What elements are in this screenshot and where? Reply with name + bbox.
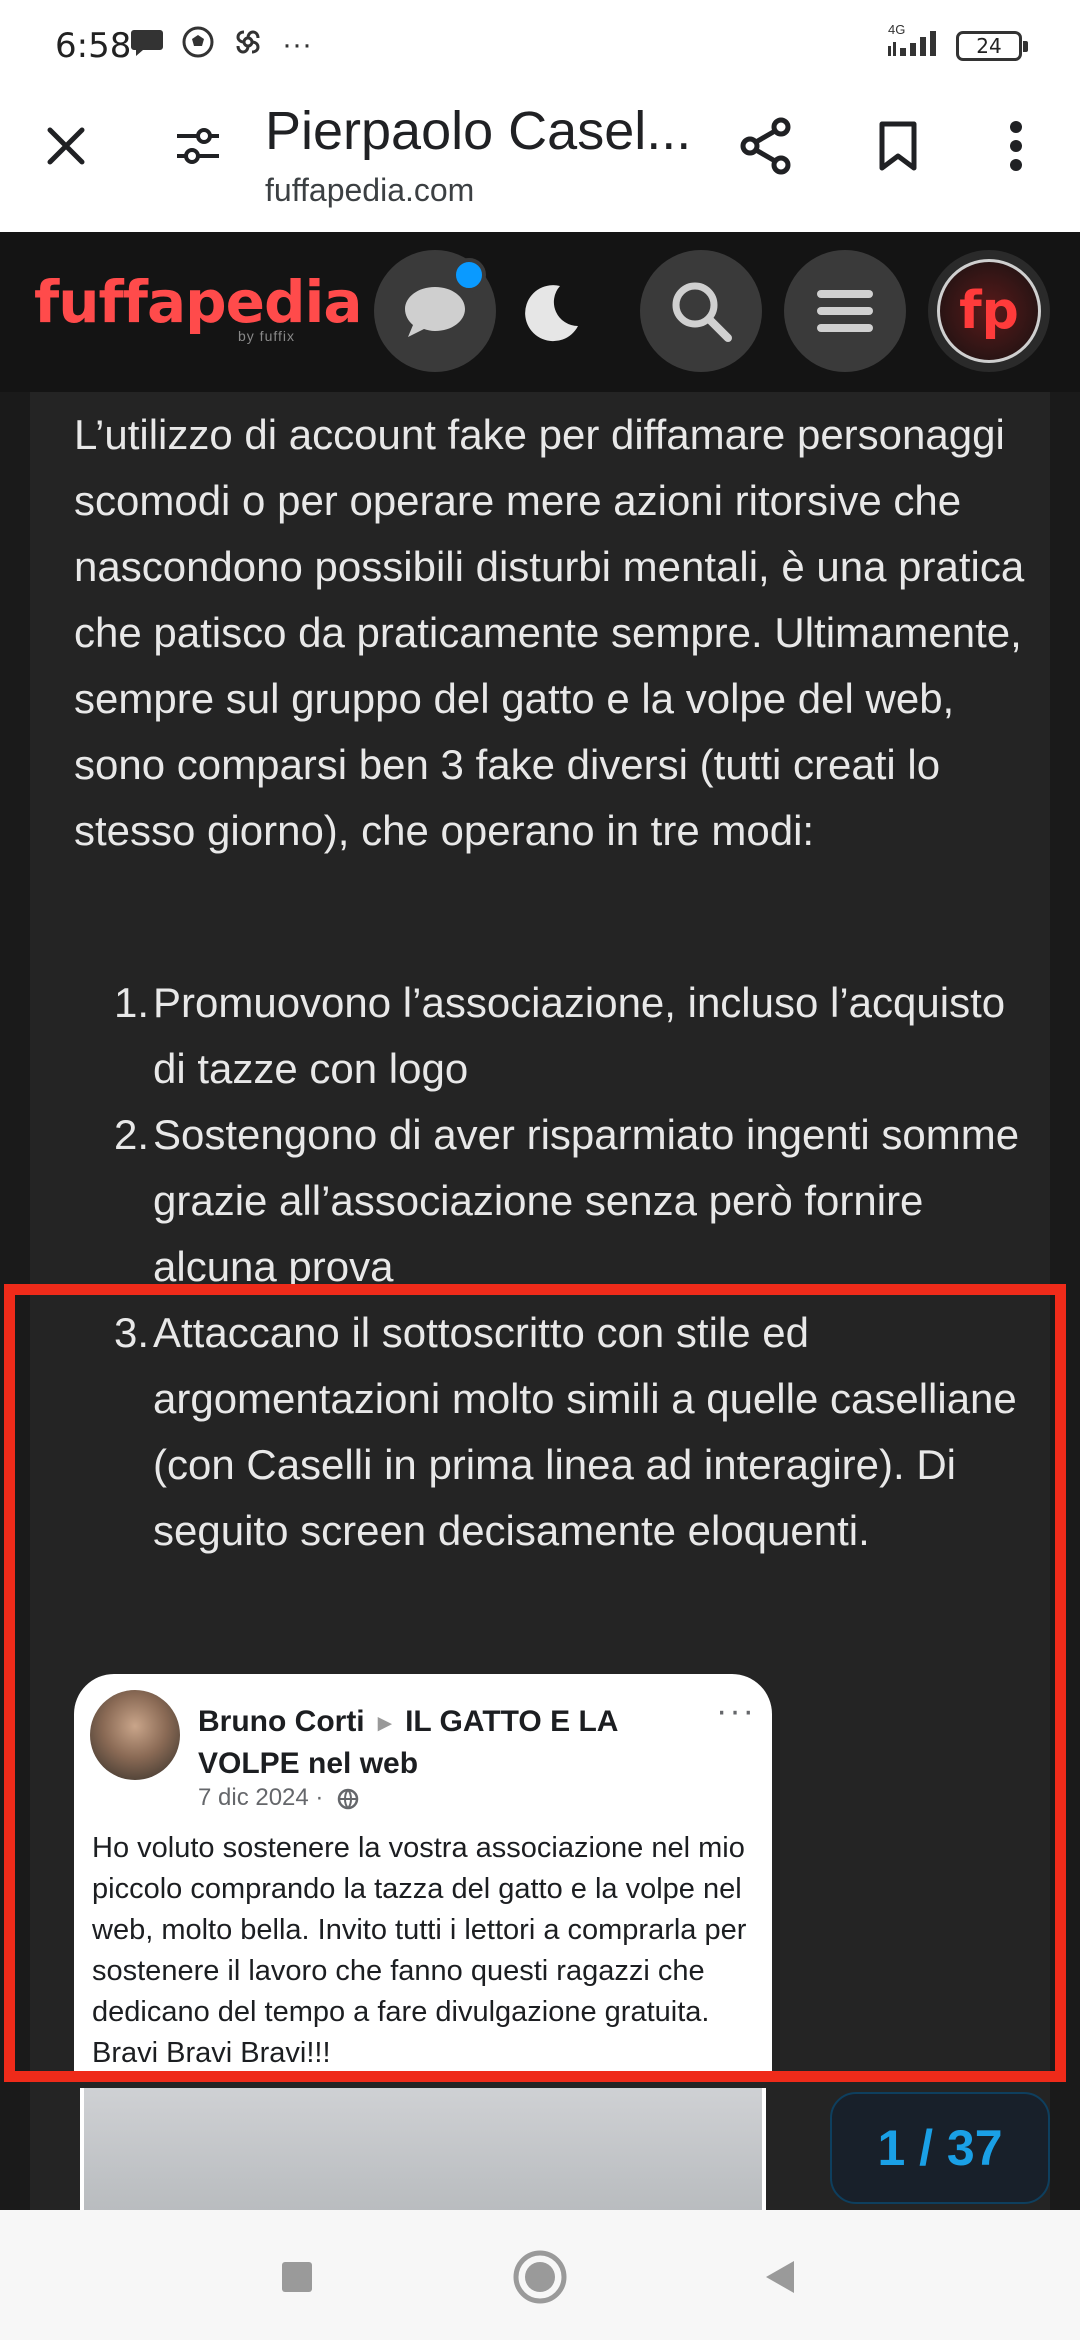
gallery-page-counter: 1 / 37 bbox=[830, 2092, 1050, 2204]
close-icon bbox=[47, 127, 85, 165]
status-time: 6:58 bbox=[55, 26, 132, 66]
square-icon bbox=[282, 2262, 312, 2292]
network-type: 4G bbox=[888, 22, 906, 37]
page-domain[interactable]: fuffapedia.com bbox=[265, 172, 474, 209]
post-author-avatar bbox=[90, 1690, 180, 1780]
list-text: Promuovono l’associazione, incluso l’acq… bbox=[153, 979, 1006, 1092]
soccer-ball-icon bbox=[182, 26, 214, 63]
more-vert-icon bbox=[1010, 121, 1022, 171]
post-more-icon: ··· bbox=[716, 1692, 756, 1730]
back-button[interactable] bbox=[744, 2242, 814, 2312]
post-date: 7 dic 2024 · bbox=[198, 1784, 324, 1811]
post-author-name: Bruno Corti bbox=[198, 1705, 365, 1738]
list-number: 2. bbox=[113, 1111, 149, 1158]
bookmark-icon bbox=[879, 121, 917, 171]
close-tab-button[interactable] bbox=[30, 110, 102, 182]
status-bar: 6:58 ··· 4G 24 bbox=[0, 0, 1080, 80]
article-paragraph: L’utilizzo di account fake per diffamare… bbox=[74, 411, 1025, 854]
home-circle-icon bbox=[513, 2250, 567, 2304]
bookmark-button[interactable] bbox=[862, 110, 934, 182]
menu-button[interactable] bbox=[784, 250, 906, 372]
article-list: 1. Promuovono l’associazione, incluso l’… bbox=[105, 970, 1025, 1564]
gallery-image[interactable] bbox=[80, 2088, 766, 2210]
notification-dot bbox=[452, 258, 486, 292]
back-triangle-icon bbox=[766, 2261, 794, 2293]
share-button[interactable] bbox=[730, 110, 802, 182]
site-logo[interactable]: fuffapedia bbox=[34, 268, 363, 336]
list-text: Attaccano il sottoscritto con stile ed a… bbox=[153, 1309, 1017, 1554]
avatar-initials: fp bbox=[959, 281, 1019, 341]
share-icon bbox=[740, 117, 791, 175]
hamburger-icon bbox=[817, 290, 873, 332]
recents-button[interactable] bbox=[262, 2242, 332, 2312]
browser-menu-button[interactable] bbox=[980, 110, 1052, 182]
list-text: Sostengono di aver risparmiato ingenti s… bbox=[153, 1111, 1020, 1290]
chat-button[interactable] bbox=[374, 250, 496, 372]
post-date-line: 7 dic 2024 · bbox=[198, 1784, 360, 1812]
battery-icon: 24 bbox=[956, 30, 1028, 61]
chat-bubble-icon bbox=[130, 27, 164, 62]
globe-icon bbox=[337, 1788, 359, 1809]
tune-icon bbox=[177, 128, 219, 164]
home-button[interactable] bbox=[505, 2242, 575, 2312]
browser-toolbar: Pierpaolo Casel... fuffapedia.com bbox=[0, 80, 1080, 232]
site-settings-button[interactable] bbox=[162, 110, 234, 182]
chat-icon bbox=[405, 287, 465, 337]
embedded-post-screenshot[interactable]: Bruno Corti ► IL GATTO E LA VOLPE nel we… bbox=[74, 1674, 772, 2072]
list-item: 1. Promuovono l’associazione, incluso l’… bbox=[105, 970, 1025, 1102]
avatar: fp bbox=[937, 259, 1041, 363]
search-button[interactable] bbox=[640, 250, 762, 372]
user-avatar-button[interactable]: fp bbox=[928, 250, 1050, 372]
more-notifications-indicator: ··· bbox=[282, 27, 312, 61]
page-title[interactable]: Pierpaolo Casel... bbox=[265, 100, 691, 162]
search-icon bbox=[672, 282, 732, 342]
status-system-icons: 4G 24 bbox=[886, 22, 1028, 63]
site-header: fuffapedia by fuffix fp bbox=[0, 232, 1080, 392]
list-number: 3. bbox=[113, 1309, 149, 1356]
status-notification-icons: ··· bbox=[130, 26, 312, 63]
dark-mode-toggle[interactable] bbox=[520, 280, 590, 350]
fan-app-icon bbox=[232, 26, 264, 63]
moon-icon bbox=[525, 285, 578, 342]
list-number: 1. bbox=[113, 979, 149, 1026]
signal-icon: 4G bbox=[886, 22, 946, 63]
post-text: Ho voluto sostenere la vostra associazio… bbox=[92, 1832, 747, 2069]
post-arrow-icon: ► bbox=[372, 1710, 397, 1737]
system-nav-bar bbox=[0, 2210, 1080, 2340]
site-logo-subtitle: by fuffix bbox=[238, 328, 295, 344]
list-item: 2. Sostengono di aver risparmiato ingent… bbox=[105, 1102, 1025, 1300]
list-item: 3. Attaccano il sottoscritto con stile e… bbox=[105, 1300, 1025, 1564]
post-author-line: Bruno Corti ► IL GATTO E LA VOLPE nel we… bbox=[198, 1702, 668, 1784]
